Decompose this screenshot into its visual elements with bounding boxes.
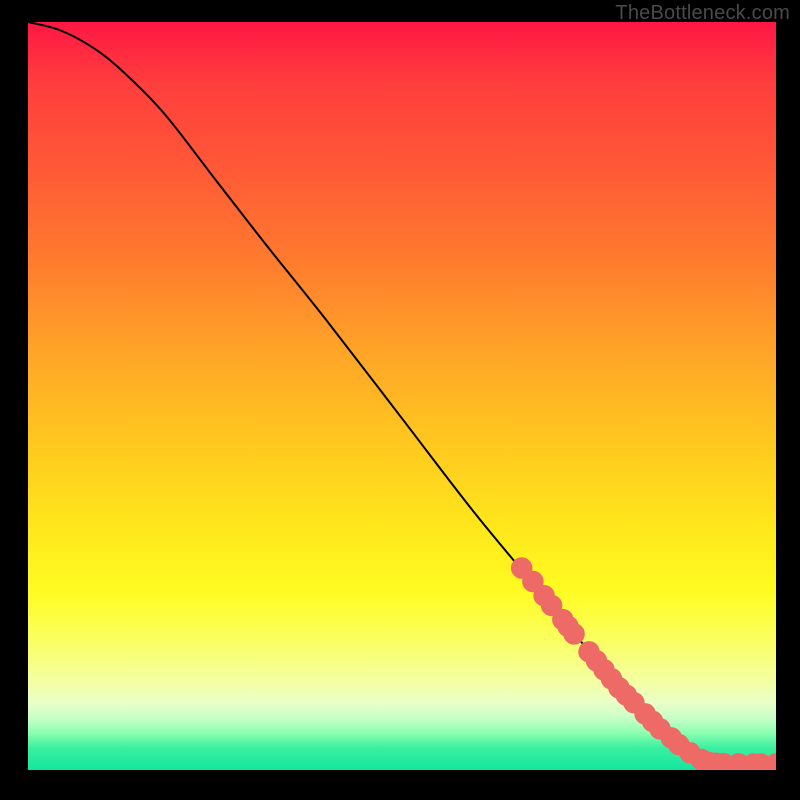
chart-svg: [28, 22, 776, 770]
chart-marker: [567, 627, 581, 641]
chart-stage: TheBottleneck.com: [0, 0, 800, 800]
chart-markers: [515, 561, 776, 770]
chart-curve: [28, 22, 776, 764]
chart-marker: [769, 757, 776, 770]
frame-right: [776, 0, 800, 800]
frame-bottom: [0, 770, 800, 800]
chart-marker: [545, 598, 559, 612]
watermark-text: TheBottleneck.com: [615, 2, 790, 25]
frame-left: [0, 0, 28, 800]
chart-marker: [526, 575, 540, 589]
